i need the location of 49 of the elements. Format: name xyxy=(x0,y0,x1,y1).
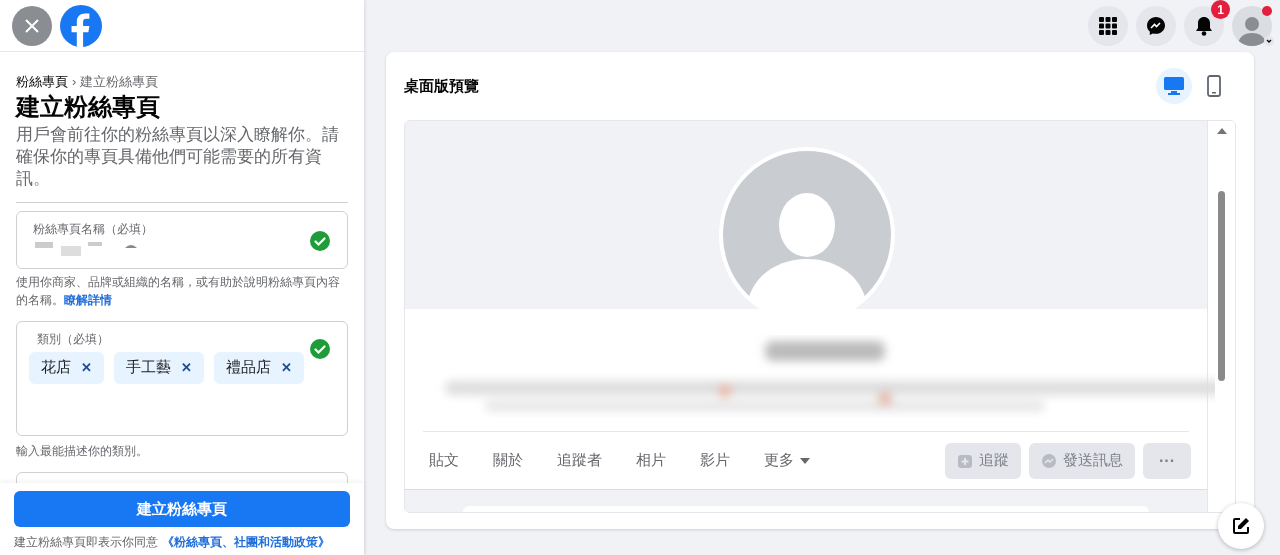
phone-icon xyxy=(1207,75,1221,97)
notifications-button[interactable] xyxy=(1184,6,1224,46)
category-tag[interactable]: 手工藝 ✕ xyxy=(114,351,204,384)
breadcrumb-link[interactable]: 粉絲專頁 xyxy=(16,72,68,92)
notification-badge: 1 xyxy=(1211,0,1230,19)
bell-icon xyxy=(1195,16,1213,36)
logo-icon[interactable] xyxy=(60,4,102,47)
profile-button[interactable] xyxy=(1232,6,1272,46)
profile-tab[interactable]: 貼文 xyxy=(429,432,459,489)
field-label: 類別（必填） xyxy=(36,330,110,348)
breadcrumb-separator: › xyxy=(72,73,77,91)
description: 用戶會前往你的粉絲專頁以深入瞭解你。請確保你的專頁具備他們可能需要的所有資訊。 xyxy=(16,123,340,190)
menu-button[interactable] xyxy=(1088,6,1128,46)
messenger-button[interactable] xyxy=(1136,6,1176,46)
scrollbar-thumb[interactable] xyxy=(1218,191,1225,381)
desktop-view-button[interactable] xyxy=(1156,68,1192,104)
help-text: 輸入最能描述你的類別。 xyxy=(16,442,149,460)
learn-more-link[interactable]: 瞭解詳情 xyxy=(64,292,112,307)
messenger-icon xyxy=(1146,16,1166,36)
caret-icon xyxy=(1264,36,1274,46)
remove-icon[interactable]: ✕ xyxy=(181,357,192,378)
field-label: 粉絲專頁名稱（必填） xyxy=(33,220,153,238)
create-page-button[interactable]: 建立粉絲專頁 xyxy=(14,491,350,527)
category-field[interactable]: 類別（必填） 花店 ✕ 手工藝 ✕ 禮品店 ✕ xyxy=(16,320,348,436)
profile-tab[interactable]: 追蹤者 xyxy=(557,432,602,489)
plus-box-icon xyxy=(957,452,973,469)
remove-icon[interactable]: ✕ xyxy=(81,357,92,378)
scroll-up-icon[interactable] xyxy=(1216,127,1227,135)
monitor-icon xyxy=(1163,76,1185,96)
close-icon xyxy=(24,17,40,34)
category-tag[interactable]: 花店 ✕ xyxy=(29,351,104,384)
messenger-icon xyxy=(1041,452,1057,469)
menu-icon xyxy=(1099,17,1117,35)
edit-button[interactable] xyxy=(1218,503,1264,549)
terms-text: 建立粉絲專頁即表示你同意 《粉絲專頁、社團和活動政策》 xyxy=(14,534,331,551)
profile-tab[interactable]: 相片 xyxy=(636,432,666,489)
profile-tab[interactable]: 影片 xyxy=(700,432,730,489)
profile-tab[interactable]: 更多 xyxy=(764,432,810,489)
breadcrumb-current: 建立粉絲專頁 xyxy=(80,73,159,91)
profile-tab[interactable]: 關於 xyxy=(493,432,523,489)
close-button[interactable] xyxy=(12,5,52,46)
category-tag[interactable]: 禮品店 ✕ xyxy=(214,351,304,384)
policy-link[interactable]: 《粉絲專頁、社團和活動政策》 xyxy=(162,535,330,549)
help-text: 使用你商家、品牌或組織的名稱，或有助於說明粉絲專頁內容的名稱。瞭解詳情 xyxy=(16,273,341,309)
remove-icon[interactable]: ✕ xyxy=(281,357,292,378)
page-title: 建立粉絲專頁 xyxy=(16,91,161,122)
name-field[interactable]: 粉絲專頁名稱（必填） xyxy=(16,210,348,269)
edit-icon xyxy=(1231,516,1251,536)
preview-title: 桌面版預覽 xyxy=(404,75,479,96)
